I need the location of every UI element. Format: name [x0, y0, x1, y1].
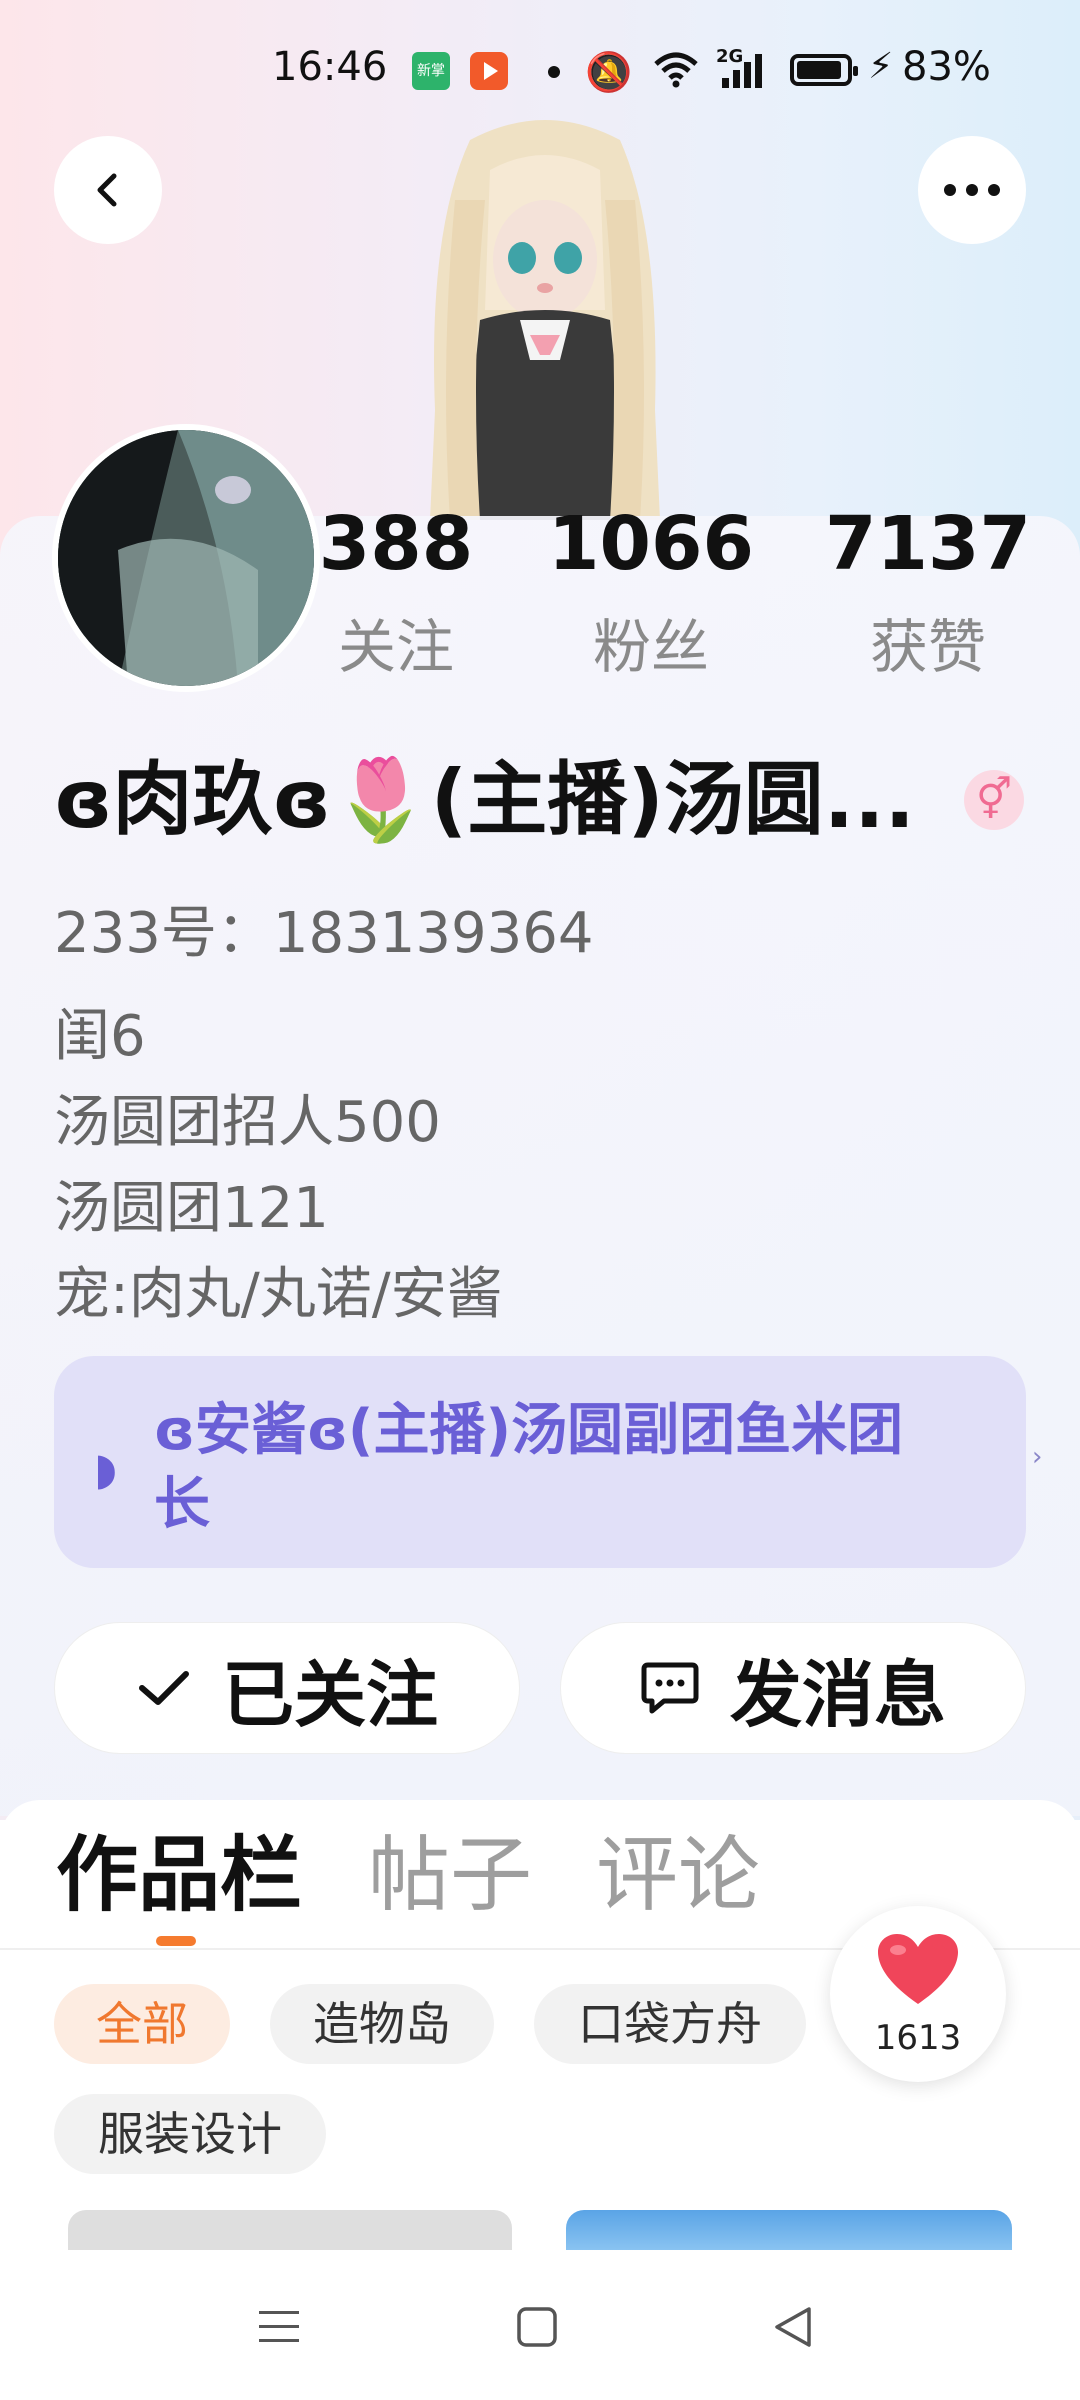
- group-badge-icon: ◗: [94, 1444, 118, 1495]
- stat-following-label: 关注: [337, 613, 454, 681]
- wifi-icon: [654, 52, 698, 88]
- square-icon: [517, 2307, 557, 2347]
- group-banner-text: ɞ安酱ɞ(主播)汤圆副团鱼米团长: [154, 1398, 904, 1537]
- stat-likes[interactable]: 7137 获赞: [822, 504, 1034, 682]
- avatar-image: [58, 430, 314, 686]
- status-bar: 16:46 新掌 🔕 2G ⚡ 83%: [0, 0, 1080, 140]
- like-count: 1613: [874, 2018, 962, 2058]
- active-tab-indicator: [156, 1936, 196, 1946]
- status-time: 16:46: [272, 44, 388, 90]
- bio-line: 汤圆团招人500: [54, 1090, 441, 1155]
- notification-dot-icon: [548, 66, 560, 78]
- work-thumbnail[interactable]: [566, 2210, 1012, 2250]
- menu-icon: [259, 2311, 299, 2342]
- bio-line: 宠:肉丸/丸诺/安酱: [54, 1262, 503, 1327]
- gender-female-icon: ⚥: [964, 770, 1024, 830]
- tab-posts[interactable]: 帖子: [368, 1826, 532, 1926]
- username: ɞ肉玖ɞ🌷(主播)汤圆...: [54, 753, 915, 846]
- video-app-notification-icon: [470, 52, 508, 90]
- filter-chip-fashion-design[interactable]: 服装设计: [54, 2094, 326, 2174]
- mute-icon: 🔕: [585, 50, 633, 94]
- battery-icon: [790, 54, 858, 86]
- heart-icon: [878, 1934, 958, 2004]
- nav-home-button[interactable]: [502, 2292, 572, 2362]
- checkmark-icon: [136, 1666, 192, 1710]
- work-thumbnail[interactable]: [68, 2210, 512, 2250]
- nav-back-button[interactable]: [758, 2292, 828, 2362]
- chat-bubble-icon: [640, 1659, 700, 1717]
- stat-fans-value: 1066: [548, 501, 754, 587]
- like-button[interactable]: 1613: [830, 1906, 1006, 2082]
- send-message-button[interactable]: 发消息: [560, 1622, 1026, 1754]
- stat-likes-value: 7137: [825, 501, 1031, 587]
- send-message-button-label: 发消息: [729, 1652, 946, 1737]
- chevron-left-icon: [97, 173, 117, 207]
- followed-button[interactable]: 已关注: [54, 1622, 520, 1754]
- user-id[interactable]: 233号：183139364: [54, 888, 594, 969]
- bio-line: 闺6: [54, 1004, 146, 1069]
- filter-chip-pocket-ark[interactable]: 口袋方舟: [534, 1984, 806, 2064]
- back-button[interactable]: [54, 136, 162, 244]
- battery-percent: 83%: [902, 44, 991, 90]
- stat-fans[interactable]: 1066 粉丝: [546, 504, 756, 682]
- charging-icon: ⚡: [868, 46, 894, 87]
- more-horizontal-icon: [944, 184, 1000, 196]
- triangle-back-icon: [775, 2307, 811, 2347]
- chevron-right-icon: ›: [1032, 1442, 1043, 1472]
- stat-likes-label: 获赞: [869, 613, 986, 681]
- group-banner[interactable]: ◗ ɞ安酱ɞ(主播)汤圆副团鱼米团长 ›: [54, 1356, 1042, 1568]
- bio-line: 汤圆团121: [54, 1176, 329, 1241]
- tab-comments[interactable]: 评论: [596, 1826, 760, 1926]
- signal-icon: [722, 54, 762, 88]
- more-options-button[interactable]: [918, 136, 1026, 244]
- tab-works[interactable]: 作品栏: [56, 1826, 302, 1926]
- stat-following-value: 388: [318, 501, 474, 587]
- avatar[interactable]: [52, 424, 320, 692]
- stat-fans-label: 粉丝: [592, 613, 709, 681]
- filter-chip-creation-island[interactable]: 造物岛: [270, 1984, 494, 2064]
- filter-chip-all[interactable]: 全部: [54, 1984, 230, 2064]
- app-notification-icon: 新掌: [412, 52, 450, 90]
- bio: 闺6 汤圆团招人500 汤圆团121 宠:肉丸/丸诺/安酱: [54, 994, 503, 1338]
- nav-menu-button[interactable]: [244, 2292, 314, 2362]
- system-navigation-bar: [0, 2250, 1080, 2400]
- banner-character-image: [430, 120, 660, 520]
- followed-button-label: 已关注: [221, 1652, 438, 1737]
- stat-following[interactable]: 388 关注: [316, 504, 476, 682]
